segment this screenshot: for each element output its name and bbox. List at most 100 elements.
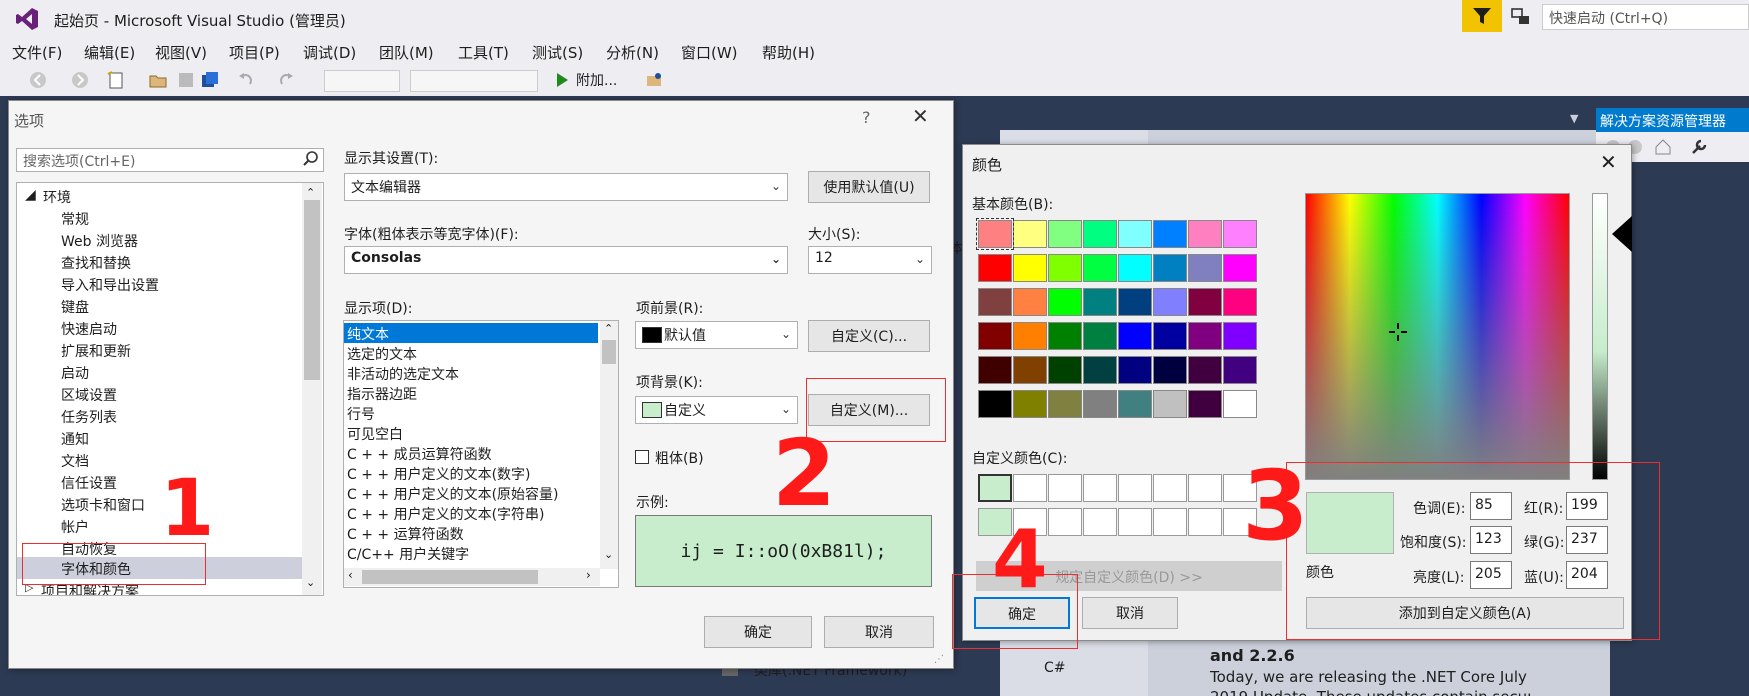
basic-color-swatch[interactable]	[1153, 220, 1187, 248]
basic-color-swatch[interactable]	[978, 322, 1012, 350]
new-project-icon[interactable]	[106, 70, 126, 90]
basic-color-swatch[interactable]	[1048, 356, 1082, 384]
foreground-custom-button[interactable]: 自定义(C)...	[808, 320, 930, 352]
chevron-down-icon[interactable]: ▼	[1570, 112, 1584, 126]
tree-item[interactable]: 扩展和更新	[61, 341, 131, 361]
basic-color-swatch[interactable]	[1118, 390, 1152, 418]
custom-color-slot[interactable]	[1188, 474, 1222, 502]
open-file-icon[interactable]	[148, 70, 168, 90]
custom-color-slot[interactable]	[1188, 508, 1222, 536]
start-play-icon[interactable]	[552, 70, 572, 90]
basic-color-swatch[interactable]	[1118, 322, 1152, 350]
basic-color-swatch[interactable]	[1013, 254, 1047, 282]
use-defaults-button[interactable]: 使用默认值(U)	[808, 171, 930, 203]
chevron-up-icon[interactable]: ⌃	[604, 322, 613, 335]
custom-color-slot[interactable]	[1083, 508, 1117, 536]
resize-grip-icon[interactable]: ⋰	[934, 654, 944, 665]
basic-color-swatch[interactable]	[1223, 356, 1257, 384]
show-settings-combo[interactable]: 文本编辑器 ⌄	[344, 173, 788, 201]
basic-color-swatch[interactable]	[1118, 356, 1152, 384]
font-combo[interactable]: Consolas ⌄	[344, 246, 788, 274]
basic-color-swatch[interactable]	[1188, 220, 1222, 248]
solution-platform-combo[interactable]	[410, 70, 538, 92]
basic-color-swatch[interactable]	[1223, 322, 1257, 350]
color-close-icon[interactable]: ✕	[1600, 150, 1617, 174]
basic-color-swatch[interactable]	[1223, 288, 1257, 316]
bold-checkbox[interactable]	[635, 450, 649, 464]
basic-color-swatch[interactable]	[1013, 220, 1047, 248]
basic-color-swatch[interactable]	[1223, 220, 1257, 248]
basic-color-swatch[interactable]	[1223, 254, 1257, 282]
menu-file[interactable]: 文件(F)	[12, 42, 62, 63]
basic-color-swatch[interactable]	[978, 288, 1012, 316]
basic-color-swatch[interactable]	[1153, 356, 1187, 384]
basic-color-swatch[interactable]	[1083, 356, 1117, 384]
tree-item[interactable]: 导入和导出设置	[61, 275, 159, 295]
solution-explorer-title[interactable]: 解决方案资源管理器	[1596, 108, 1749, 132]
expand-triangle-icon[interactable]: ◢	[25, 187, 36, 203]
list-item[interactable]: 可见空白	[347, 424, 403, 444]
basic-color-swatch[interactable]	[1013, 390, 1047, 418]
tree-item[interactable]: 查找和替换	[61, 253, 131, 273]
chevron-up-icon[interactable]: ⌃	[306, 186, 315, 199]
basic-color-swatch[interactable]	[1048, 288, 1082, 316]
custom-color-slot[interactable]	[1118, 508, 1152, 536]
luminance-slider[interactable]	[1592, 193, 1608, 480]
list-item[interactable]: C + + 成员运算符函数	[347, 444, 492, 464]
color-cancel-button[interactable]: 取消	[1082, 597, 1178, 629]
basic-color-swatch[interactable]	[1083, 220, 1117, 248]
tree-scrollbar-thumb[interactable]	[304, 200, 320, 380]
foreground-combo[interactable]: 默认值 ⌄	[635, 321, 798, 349]
menu-edit[interactable]: 编辑(E)	[84, 42, 135, 63]
basic-color-swatch[interactable]	[978, 390, 1012, 418]
list-item[interactable]: C + + 用户定义的文本(数字)	[347, 464, 531, 484]
tree-item[interactable]: 启动	[61, 363, 89, 383]
tree-item[interactable]: 帐户	[61, 517, 89, 537]
options-cancel-button[interactable]: 取消	[824, 616, 934, 648]
basic-color-swatch[interactable]	[1013, 322, 1047, 350]
notification-filter-button[interactable]	[1462, 0, 1502, 32]
list-item[interactable]: 选定的文本	[347, 344, 417, 364]
forward-icon[interactable]	[70, 70, 90, 90]
basic-color-swatch[interactable]	[1013, 288, 1047, 316]
redo-icon[interactable]	[276, 70, 296, 90]
custom-color-slot[interactable]	[1048, 508, 1082, 536]
basic-color-swatch[interactable]	[1083, 322, 1117, 350]
list-item[interactable]: 指示器边距	[347, 384, 417, 404]
help-button[interactable]: ?	[862, 108, 871, 127]
basic-color-swatch[interactable]	[1188, 322, 1222, 350]
basic-color-swatch[interactable]	[1153, 390, 1187, 418]
list-item[interactable]: 纯文本	[347, 324, 389, 344]
chevron-left-icon[interactable]: ‹	[348, 568, 353, 582]
tree-item[interactable]: 常规	[61, 209, 89, 229]
tree-item[interactable]: 任务列表	[61, 407, 117, 427]
basic-color-swatch[interactable]	[1153, 288, 1187, 316]
attach-button[interactable]: 附加...	[576, 70, 617, 90]
basic-color-swatch[interactable]	[1048, 254, 1082, 282]
custom-color-slot[interactable]	[1048, 474, 1082, 502]
basic-color-swatch[interactable]	[1188, 390, 1222, 418]
solution-config-combo[interactable]	[324, 70, 400, 92]
undo-icon[interactable]	[236, 70, 256, 90]
list-item[interactable]: 行号	[347, 404, 375, 424]
tree-item[interactable]: 快速启动	[61, 319, 117, 339]
menu-view[interactable]: 视图(V)	[155, 42, 207, 63]
list-item[interactable]: C + + 用户定义的文本(字符串)	[347, 504, 545, 524]
tree-item[interactable]: 通知	[61, 429, 89, 449]
menu-test[interactable]: 测试(S)	[532, 42, 583, 63]
luminance-arrow-icon[interactable]	[1612, 216, 1632, 252]
list-item[interactable]: 非活动的选定文本	[347, 364, 459, 384]
basic-color-swatch[interactable]	[1223, 390, 1257, 418]
basic-color-swatch[interactable]	[1153, 254, 1187, 282]
custom-color-slot[interactable]	[1118, 474, 1152, 502]
tree-item[interactable]: 区域设置	[61, 385, 117, 405]
menu-debug[interactable]: 调试(D)	[303, 42, 356, 63]
tree-item[interactable]: 键盘	[61, 297, 89, 317]
basic-color-swatch[interactable]	[1188, 254, 1222, 282]
tree-item[interactable]: 信任设置	[61, 473, 117, 493]
custom-color-slot[interactable]	[1153, 508, 1187, 536]
basic-color-swatch[interactable]	[1188, 356, 1222, 384]
tree-item[interactable]: Web 浏览器	[61, 231, 138, 251]
basic-color-swatch[interactable]	[1083, 254, 1117, 282]
save-icon[interactable]	[176, 70, 196, 90]
